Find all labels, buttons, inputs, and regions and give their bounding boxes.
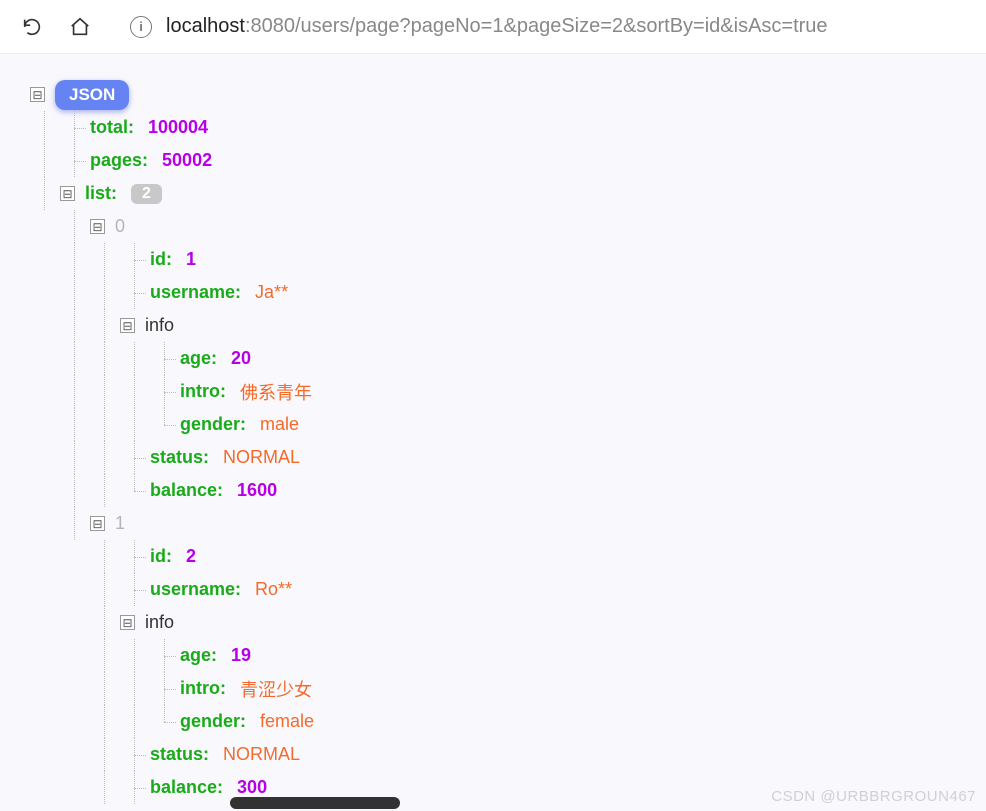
json-viewer: ⊟ JSON total : 100004 pages : 50002 ⊟ li… xyxy=(0,54,986,811)
key-balance: balance xyxy=(150,480,217,501)
horizontal-scrollbar[interactable] xyxy=(230,797,400,809)
array-index: 0 xyxy=(115,216,125,237)
key-age: age xyxy=(180,348,211,369)
key-status: status xyxy=(150,447,203,468)
watermark: CSDN @URBBRGROUN467 xyxy=(771,788,976,805)
key-balance: balance xyxy=(150,777,217,798)
key-intro: intro xyxy=(180,381,220,402)
key-gender: gender xyxy=(180,711,240,732)
key-info: info xyxy=(145,315,174,336)
collapse-toggle[interactable]: ⊟ xyxy=(120,318,135,333)
key-info: info xyxy=(145,612,174,633)
key-status: status xyxy=(150,744,203,765)
value-intro: 青涩少女 xyxy=(240,676,312,702)
key-username: username xyxy=(150,579,235,600)
value-gender: female xyxy=(260,711,314,732)
home-icon[interactable] xyxy=(68,15,92,39)
collapse-toggle[interactable]: ⊟ xyxy=(90,516,105,531)
value-age: 19 xyxy=(231,645,251,666)
reload-icon[interactable] xyxy=(20,15,44,39)
url-text: localhost:8080/users/page?pageNo=1&pageS… xyxy=(166,15,828,38)
key-id: id xyxy=(150,249,166,270)
value-id: 2 xyxy=(186,546,196,567)
key-username: username xyxy=(150,282,235,303)
value-total: 100004 xyxy=(148,117,208,138)
value-pages: 50002 xyxy=(162,150,212,171)
value-username: Ja** xyxy=(255,282,288,303)
info-icon[interactable]: i xyxy=(130,16,152,38)
collapse-toggle[interactable]: ⊟ xyxy=(60,186,75,201)
key-age: age xyxy=(180,645,211,666)
value-gender: male xyxy=(260,414,299,435)
key-pages: pages xyxy=(90,150,142,171)
collapse-toggle[interactable]: ⊟ xyxy=(120,615,135,630)
value-username: Ro** xyxy=(255,579,292,600)
value-balance: 300 xyxy=(237,777,267,798)
value-balance: 1600 xyxy=(237,480,277,501)
browser-toolbar: i localhost:8080/users/page?pageNo=1&pag… xyxy=(0,0,986,54)
array-index: 1 xyxy=(115,513,125,534)
value-id: 1 xyxy=(186,249,196,270)
value-status: NORMAL xyxy=(223,447,300,468)
value-age: 20 xyxy=(231,348,251,369)
list-count-badge: 2 xyxy=(131,184,162,204)
collapse-toggle[interactable]: ⊟ xyxy=(90,219,105,234)
address-bar[interactable]: i localhost:8080/users/page?pageNo=1&pag… xyxy=(116,15,966,38)
key-list: list xyxy=(85,183,111,204)
value-intro: 佛系青年 xyxy=(240,379,312,405)
key-total: total xyxy=(90,117,128,138)
key-intro: intro xyxy=(180,678,220,699)
collapse-toggle[interactable]: ⊟ xyxy=(30,87,45,102)
key-id: id xyxy=(150,546,166,567)
value-status: NORMAL xyxy=(223,744,300,765)
key-gender: gender xyxy=(180,414,240,435)
json-root-badge[interactable]: JSON xyxy=(55,80,129,110)
